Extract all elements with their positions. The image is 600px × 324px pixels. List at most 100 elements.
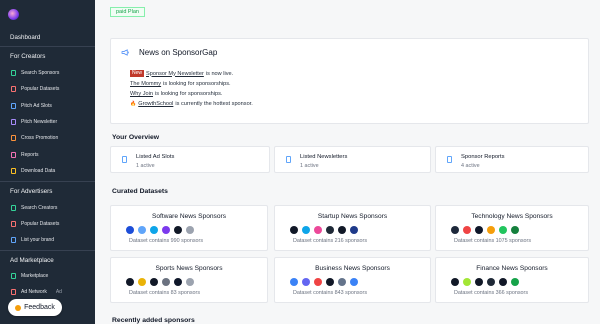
sponsor-logo — [314, 277, 322, 286]
swap-icon — [11, 135, 16, 142]
sponsor-logo — [451, 277, 459, 286]
sidebar-item[interactable]: Download Data — [11, 166, 55, 176]
sidebar-item[interactable]: Pitch Ad Slots — [11, 101, 52, 111]
sidebar-item-label: Reports — [21, 151, 39, 158]
news-link[interactable]: Sponsor My Newsletter — [146, 71, 204, 77]
overview-card-title: Listed Newsletters — [300, 154, 348, 160]
dataset-card-count: Dataset contains 990 sponsors — [129, 238, 204, 244]
feedback-icon — [15, 304, 22, 311]
dataset-card[interactable]: Technology News Sponsors Dataset contains… — [435, 205, 589, 251]
dataset-card[interactable]: Business News Sponsors Dataset contains 8… — [274, 257, 431, 303]
dataset-card-count: Dataset contains 216 sponsors — [293, 238, 368, 244]
news-link[interactable]: Why Join — [130, 91, 153, 97]
news-link[interactable]: The Mommy — [130, 81, 161, 87]
network-icon — [11, 289, 16, 295]
dataset-card[interactable]: Sports News Sponsors Dataset contains 83 … — [110, 257, 268, 303]
news-text: is now live. — [205, 70, 234, 77]
sidebar-section-advertisers: For Advertisers — [10, 188, 53, 195]
sponsor-logos — [126, 225, 194, 234]
datasets-title: Curated Datasets — [112, 188, 168, 195]
dataset-card-count: Dataset contains 1075 sponsors — [454, 238, 532, 244]
sponsor-logo — [499, 225, 507, 234]
sponsor-logo — [475, 225, 483, 234]
sponsor-logo — [162, 225, 170, 234]
sponsor-logo — [451, 225, 459, 234]
sidebar-item[interactable]: Popular Datasets — [11, 219, 59, 229]
document-icon — [286, 156, 291, 163]
overview-card-count: 1 active — [300, 163, 319, 169]
document-icon — [447, 156, 452, 163]
sidebar-item[interactable]: Search Sponsors — [11, 68, 59, 78]
sponsor-logo — [350, 225, 358, 234]
sponsor-logo — [186, 277, 194, 286]
sidebar-item-label: Search Creators — [21, 205, 58, 211]
app-logo[interactable] — [8, 9, 19, 20]
sponsor-logo — [150, 225, 158, 234]
sidebar-item-label: Popular Datasets — [21, 221, 60, 227]
news-item: The Mommy is looking for sponsorships. — [130, 81, 231, 87]
main-content: paid Plan News on SponsorGap New Sponsor… — [95, 0, 600, 324]
news-title: News on SponsorGap — [139, 48, 218, 57]
dataset-card-title: Software News Sponsors — [151, 213, 227, 220]
sponsor-logo — [126, 277, 134, 286]
sponsor-logo — [338, 225, 346, 234]
sponsor-logo — [174, 225, 182, 234]
sponsor-logo — [162, 277, 170, 286]
overview-card-count: 1 active — [136, 163, 155, 169]
document-icon — [11, 102, 16, 109]
dataset-card[interactable]: Startup News Sponsors Dataset contains 21… — [274, 205, 431, 251]
dataset-card-title: Startup News Sponsors — [317, 213, 388, 220]
overview-card-title: Sponsor Reports — [461, 154, 505, 160]
sidebar-item-label: Pitch Ad Slots — [21, 102, 52, 109]
sponsor-logo — [326, 225, 334, 234]
sidebar-item[interactable]: Ad Network Ad — [11, 287, 62, 297]
sponsor-logos — [451, 225, 519, 234]
news-text: is looking for sponsorships. — [163, 81, 231, 87]
store-icon — [11, 273, 16, 279]
sidebar-item-label: Popular Datasets — [21, 86, 60, 93]
dataset-card-title: Business News Sponsors — [315, 265, 390, 272]
sidebar-item-label: Marketplace — [21, 273, 49, 279]
sidebar-item[interactable]: List your brand — [11, 235, 54, 245]
sidebar-item[interactable]: Reports — [11, 150, 39, 160]
fire-icon: 🔥 — [130, 101, 137, 107]
sponsor-logo — [511, 225, 519, 234]
sponsor-logo — [487, 225, 495, 234]
sponsor-logo — [475, 277, 483, 286]
sponsor-logo — [463, 225, 471, 234]
sponsor-logos — [126, 277, 194, 286]
sponsor-logo — [150, 277, 158, 286]
dataset-card[interactable]: Finance News Sponsors Dataset contains 36… — [435, 257, 589, 303]
feedback-button[interactable]: Feedback — [8, 299, 62, 316]
dataset-card-count: Dataset contains 366 sponsors — [454, 290, 529, 296]
document-icon — [11, 237, 16, 243]
sidebar-divider — [0, 46, 95, 47]
sidebar-item-label: Cross Promotion — [21, 135, 59, 142]
ad-network-suffix: Ad — [55, 289, 62, 295]
sidebar-item[interactable]: Pitch Newsletter — [11, 117, 57, 127]
sponsor-logo — [302, 225, 310, 234]
sidebar-item-label: Search Sponsors — [21, 70, 60, 76]
sidebar-dashboard[interactable]: Dashboard — [10, 34, 40, 41]
sidebar-item[interactable]: Popular Datasets — [11, 84, 59, 94]
document-icon — [122, 156, 127, 163]
sponsor-logos — [451, 277, 519, 286]
sponsor-logo — [186, 225, 194, 234]
news-link[interactable]: GrowthSchool — [138, 101, 173, 107]
sidebar-item[interactable]: Search Creators — [11, 203, 57, 213]
sponsor-logo — [126, 225, 134, 234]
sponsor-logo — [138, 225, 146, 234]
sponsor-logo — [511, 277, 519, 286]
chart-icon — [11, 151, 16, 158]
overview-card[interactable]: Listed Newsletters 1 active — [274, 146, 431, 173]
sponsor-logo — [290, 277, 298, 286]
overview-card[interactable]: Sponsor Reports 4 active — [435, 146, 589, 173]
dataset-card[interactable]: Software News Sponsors Dataset contains 9… — [110, 205, 268, 251]
sidebar-item[interactable]: Cross Promotion — [11, 133, 58, 143]
news-text: is currently the hottest sponsor. — [175, 101, 253, 107]
news-text: is looking for sponsorships. — [155, 91, 223, 97]
overview-card[interactable]: Listed Ad Slots 1 active — [110, 146, 270, 173]
sidebar: Dashboard For Creators Search Sponsors Po… — [0, 0, 95, 324]
dataset-card-count: Dataset contains 843 sponsors — [293, 290, 368, 296]
sidebar-item[interactable]: Marketplace — [11, 271, 48, 281]
